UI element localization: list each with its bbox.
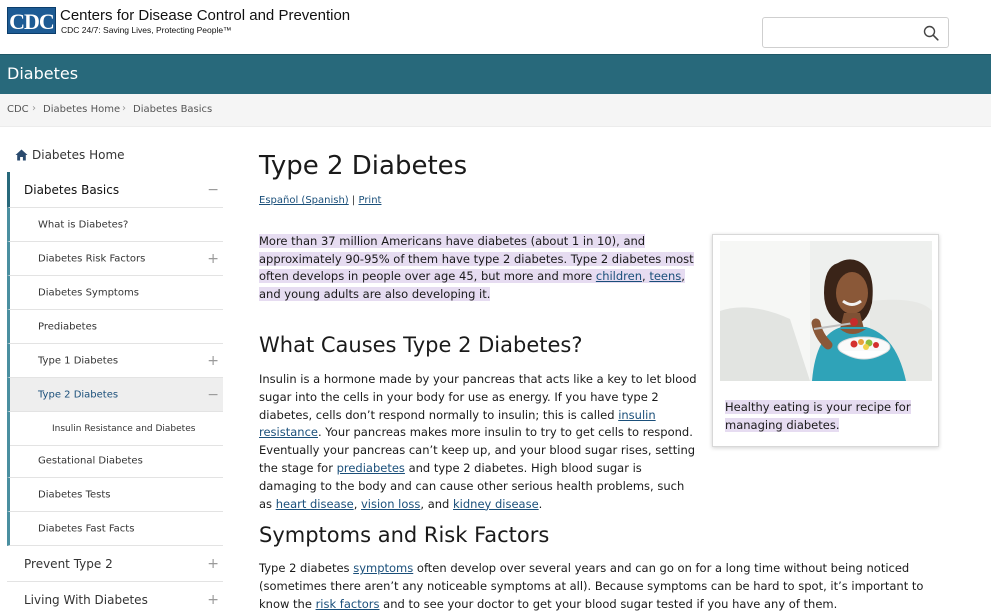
- expand-icon[interactable]: +: [207, 556, 219, 572]
- sidebar-item-gestational[interactable]: Gestational Diabetes: [7, 444, 223, 478]
- page-title: Type 2 Diabetes: [259, 151, 468, 181]
- causes-text: ,: [353, 496, 361, 511]
- children-link[interactable]: children: [596, 269, 642, 283]
- sidebar-item-type-2[interactable]: Type 2 Diabetes −: [7, 378, 223, 412]
- figure-card: Healthy eating is your recipe for managi…: [712, 234, 939, 447]
- heart-disease-link[interactable]: heart disease: [276, 497, 354, 511]
- risk-factors-link[interactable]: risk factors: [316, 597, 380, 611]
- breadcrumb-separator-icon: ›: [122, 103, 126, 114]
- breadcrumb-separator-icon: ›: [32, 103, 36, 114]
- breadcrumb-item-diabetes-basics[interactable]: Diabetes Basics: [133, 104, 212, 115]
- cdc-logo[interactable]: CDC: [7, 7, 56, 34]
- site-title-bar: Diabetes: [0, 54, 991, 94]
- symptoms-link[interactable]: symptoms: [353, 561, 413, 575]
- sidebar-item-risk-factors[interactable]: Diabetes Risk Factors +: [7, 242, 223, 276]
- kidney-disease-link[interactable]: kidney disease: [453, 497, 539, 511]
- link-separator: |: [351, 195, 356, 206]
- prediabetes-link[interactable]: prediabetes: [337, 461, 405, 475]
- sidebar-item-label: Diabetes Symptoms: [38, 287, 139, 298]
- sidebar-item-label: Prediabetes: [38, 321, 97, 332]
- symptoms-text: and to see your doctor to get your blood…: [379, 596, 838, 611]
- breadcrumb-item-diabetes-home[interactable]: Diabetes Home: [43, 104, 120, 115]
- symptoms-heading: Symptoms and Risk Factors: [259, 523, 550, 547]
- sidebar-item-fast-facts[interactable]: Diabetes Fast Facts: [7, 512, 223, 546]
- org-tagline: CDC 24/7: Saving Lives, Protecting Peopl…: [61, 25, 232, 35]
- causes-text: .: [538, 496, 543, 511]
- caption-text: Healthy eating is your recipe for managi…: [725, 400, 911, 432]
- print-link[interactable]: Print: [358, 195, 381, 206]
- breadcrumb: CDC › Diabetes Home › Diabetes Basics: [0, 94, 991, 127]
- breadcrumb-item-cdc[interactable]: CDC: [7, 104, 29, 115]
- sidebar-item-prediabetes[interactable]: Prediabetes: [7, 310, 223, 344]
- causes-text: , and: [420, 496, 453, 511]
- sidebar-item-label: Type 1 Diabetes: [38, 355, 119, 366]
- sidebar-item-what-is-diabetes[interactable]: What is Diabetes?: [7, 208, 223, 242]
- org-name[interactable]: Centers for Disease Control and Preventi…: [60, 7, 350, 24]
- expand-icon[interactable]: +: [207, 353, 219, 369]
- search-box: [762, 17, 949, 48]
- sidebar-item-label: Gestational Diabetes: [38, 455, 143, 466]
- sidebar-item-label: Insulin Resistance and Diabetes: [52, 423, 196, 434]
- sidebar-item-label: Diabetes Basics: [24, 182, 120, 197]
- teens-link[interactable]: teens: [649, 269, 681, 283]
- sidebar-item-label: Diabetes Fast Facts: [38, 523, 135, 534]
- expand-icon[interactable]: +: [207, 592, 219, 608]
- expand-icon[interactable]: +: [207, 251, 219, 267]
- sidebar-item-label: Diabetes Risk Factors: [38, 253, 146, 264]
- intro-paragraph: More than 37 million Americans have diab…: [259, 233, 699, 303]
- sidebar-item-insulin-resistance[interactable]: Insulin Resistance and Diabetes: [7, 412, 223, 446]
- sidebar-item-label: What is Diabetes?: [38, 219, 129, 230]
- language-links: Español (Spanish) | Print: [259, 195, 381, 206]
- sidebar-item-symptoms[interactable]: Diabetes Symptoms: [7, 276, 223, 310]
- search-input[interactable]: [769, 23, 919, 43]
- spanish-link[interactable]: Español (Spanish): [259, 195, 349, 206]
- vision-loss-link[interactable]: vision loss: [361, 497, 420, 511]
- collapse-icon[interactable]: −: [207, 182, 219, 198]
- site-title[interactable]: Diabetes: [7, 64, 78, 83]
- site-header: CDC Centers for Disease Control and Prev…: [0, 0, 991, 54]
- sidebar-item-tests[interactable]: Diabetes Tests: [7, 478, 223, 512]
- sidebar-item-label: Prevent Type 2: [24, 556, 113, 571]
- sidebar-item-label: Diabetes Tests: [38, 489, 111, 500]
- figure-caption: Healthy eating is your recipe for managi…: [725, 399, 925, 434]
- causes-heading: What Causes Type 2 Diabetes?: [259, 333, 583, 357]
- causes-paragraph: Insulin is a hormone made by your pancre…: [259, 371, 699, 513]
- sidebar-item-living-with-diabetes[interactable]: Living With Diabetes +: [7, 582, 223, 616]
- symptoms-text: Type 2 diabetes: [259, 561, 354, 575]
- woman-eating-fruit-photo: [720, 241, 932, 381]
- sidebar-item-label: Living With Diabetes: [24, 593, 148, 607]
- sidebar-item-prevent-type-2[interactable]: Prevent Type 2 +: [7, 546, 223, 582]
- search-icon[interactable]: [923, 25, 939, 41]
- collapse-icon[interactable]: −: [207, 387, 219, 403]
- symptoms-paragraph: Type 2 diabetes symptoms often develop o…: [259, 560, 949, 613]
- sidebar-item-type-1[interactable]: Type 1 Diabetes +: [7, 344, 223, 378]
- sidebar-item-diabetes-basics[interactable]: Diabetes Basics −: [7, 172, 223, 208]
- sidebar-item-label: Type 2 Diabetes: [38, 389, 119, 400]
- sidebar-home-link[interactable]: Diabetes Home: [32, 148, 125, 162]
- home-icon: [15, 149, 28, 161]
